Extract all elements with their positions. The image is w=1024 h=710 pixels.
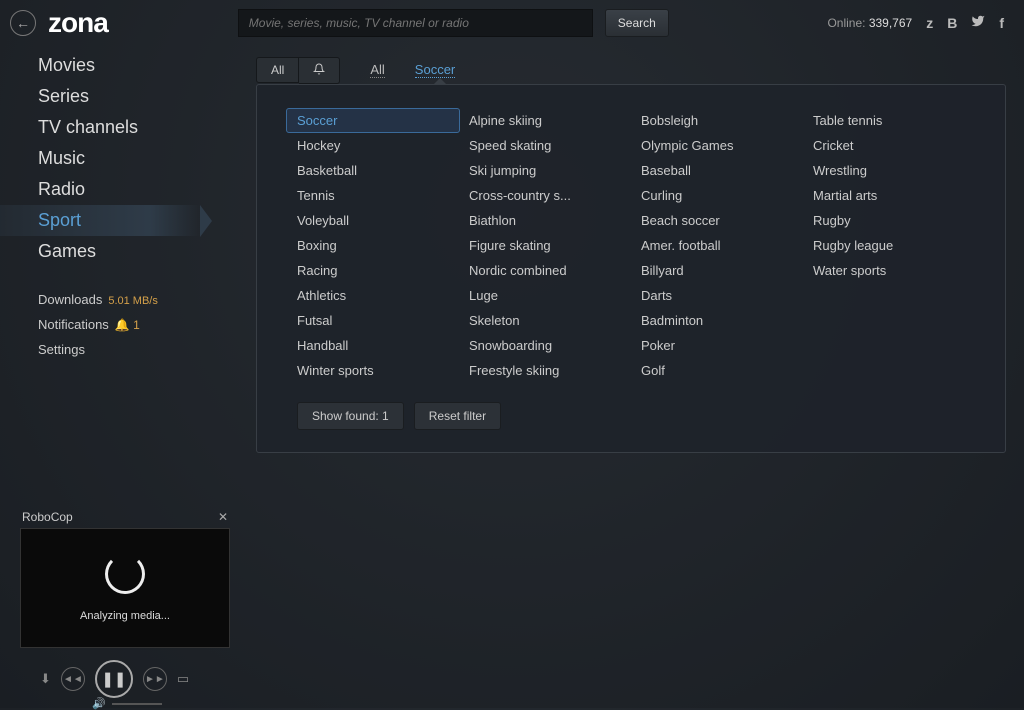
sport-item[interactable]: Water sports bbox=[813, 263, 965, 278]
nav-item-sport[interactable]: Sport bbox=[0, 205, 200, 236]
volume-icon: 🔊 bbox=[92, 697, 106, 710]
sport-item[interactable]: Handball bbox=[297, 338, 449, 353]
sport-item[interactable]: Golf bbox=[641, 363, 793, 378]
sport-item[interactable]: Billyard bbox=[641, 263, 793, 278]
sport-item[interactable]: Tennis bbox=[297, 188, 449, 203]
nav-item-music[interactable]: Music bbox=[38, 143, 200, 174]
filter-link-all[interactable]: All bbox=[370, 62, 384, 78]
nav-item-games[interactable]: Games bbox=[38, 236, 200, 267]
loading-spinner-icon bbox=[105, 554, 145, 594]
filter-tab-bell[interactable] bbox=[299, 57, 340, 84]
sport-item[interactable]: Athletics bbox=[297, 288, 449, 303]
sport-item[interactable]: Voleyball bbox=[297, 213, 449, 228]
search-input[interactable] bbox=[238, 9, 593, 37]
sport-item[interactable]: Winter sports bbox=[297, 363, 449, 378]
sport-item[interactable]: Cricket bbox=[813, 138, 965, 153]
fullscreen-icon[interactable]: ▭ bbox=[177, 671, 189, 687]
sport-item[interactable]: Futsal bbox=[297, 313, 449, 328]
sport-item[interactable]: Olympic Games bbox=[641, 138, 793, 153]
show-found-button[interactable]: Show found: 1 bbox=[297, 402, 404, 430]
sport-item[interactable]: Figure skating bbox=[469, 238, 621, 253]
sport-item[interactable]: Luge bbox=[469, 288, 621, 303]
search-button[interactable]: Search bbox=[605, 9, 669, 37]
sport-item[interactable]: Rugby bbox=[813, 213, 965, 228]
sport-item[interactable]: Baseball bbox=[641, 163, 793, 178]
pause-button[interactable]: ❚❚ bbox=[95, 660, 133, 698]
sport-item[interactable]: Soccer bbox=[286, 108, 460, 133]
sport-item[interactable]: Darts bbox=[641, 288, 793, 303]
sport-item[interactable]: Rugby league bbox=[813, 238, 965, 253]
sidebar-notifications[interactable]: Notifications🔔 1 bbox=[38, 312, 200, 337]
sport-item[interactable]: Badminton bbox=[641, 313, 793, 328]
sport-item[interactable]: Freestyle skiing bbox=[469, 363, 621, 378]
nav-item-radio[interactable]: Radio bbox=[38, 174, 200, 205]
sport-item[interactable]: Biathlon bbox=[469, 213, 621, 228]
sport-item[interactable]: Cross-country s... bbox=[469, 188, 621, 203]
filter-bar: All All Soccer bbox=[256, 56, 455, 84]
sport-item[interactable]: Bobsleigh bbox=[641, 113, 793, 128]
vk-icon[interactable]: B bbox=[947, 15, 957, 31]
prev-button[interactable]: ◄◄ bbox=[61, 667, 85, 691]
sport-item[interactable]: Beach soccer bbox=[641, 213, 793, 228]
sport-item[interactable]: Wrestling bbox=[813, 163, 965, 178]
sidebar: MoviesSeriesTV channelsMusicRadioSportGa… bbox=[0, 50, 200, 362]
volume-slider[interactable] bbox=[112, 703, 162, 705]
sport-item[interactable]: Poker bbox=[641, 338, 793, 353]
sport-item[interactable]: Table tennis bbox=[813, 113, 965, 128]
sport-item[interactable]: Ski jumping bbox=[469, 163, 621, 178]
sport-item[interactable]: Martial arts bbox=[813, 188, 965, 203]
sport-item[interactable]: Nordic combined bbox=[469, 263, 621, 278]
twitter-icon[interactable] bbox=[971, 14, 985, 31]
filter-tab-all[interactable]: All bbox=[256, 57, 299, 83]
nav-item-movies[interactable]: Movies bbox=[38, 50, 200, 81]
sport-item[interactable]: Basketball bbox=[297, 163, 449, 178]
reset-filter-button[interactable]: Reset filter bbox=[414, 402, 501, 430]
sport-item[interactable]: Amer. football bbox=[641, 238, 793, 253]
zen-icon[interactable]: z bbox=[926, 15, 933, 31]
sport-item[interactable]: Snowboarding bbox=[469, 338, 621, 353]
sport-item[interactable]: Skeleton bbox=[469, 313, 621, 328]
next-button[interactable]: ►► bbox=[143, 667, 167, 691]
player-status: Analyzing media... bbox=[80, 610, 170, 622]
download-icon[interactable]: ⬇ bbox=[40, 671, 51, 687]
sport-item[interactable]: Alpine skiing bbox=[469, 113, 621, 128]
sport-item[interactable]: Boxing bbox=[297, 238, 449, 253]
sport-item[interactable]: Hockey bbox=[297, 138, 449, 153]
sidebar-settings[interactable]: Settings bbox=[38, 337, 200, 362]
sidebar-downloads[interactable]: Downloads5.01 MB/s bbox=[38, 287, 200, 312]
nav-item-series[interactable]: Series bbox=[38, 81, 200, 112]
volume-control[interactable]: 🔊 bbox=[92, 697, 162, 710]
player-video[interactable]: Analyzing media... bbox=[20, 528, 230, 648]
filter-link-sport[interactable]: Soccer bbox=[415, 62, 455, 78]
back-button[interactable]: ← bbox=[10, 10, 36, 36]
mini-player: RoboCop ✕ Analyzing media... bbox=[20, 506, 230, 648]
player-title: RoboCop bbox=[22, 510, 73, 524]
sport-item[interactable]: Speed skating bbox=[469, 138, 621, 153]
nav-item-tv-channels[interactable]: TV channels bbox=[38, 112, 200, 143]
facebook-icon[interactable]: f bbox=[999, 15, 1004, 31]
online-label: Online: 339,767 bbox=[827, 16, 912, 30]
sport-item[interactable]: Racing bbox=[297, 263, 449, 278]
app-logo: zona bbox=[48, 7, 108, 39]
player-controls: ⬇ ◄◄ ❚❚ ►► ▭ bbox=[40, 660, 189, 698]
sport-dropdown: Soccer Hockey Basketball Tennis Voleyball Box… bbox=[256, 84, 1006, 453]
player-close-icon[interactable]: ✕ bbox=[218, 510, 228, 524]
sport-item[interactable]: Curling bbox=[641, 188, 793, 203]
